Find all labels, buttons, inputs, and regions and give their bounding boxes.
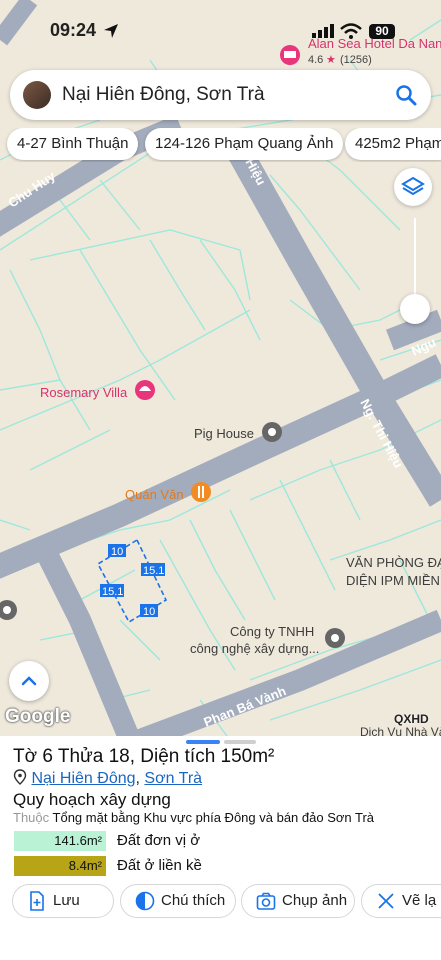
search-icon[interactable] [393,82,419,108]
parcel-dim-top: 10 [111,546,123,558]
address-separator: , [135,770,140,787]
draw-button[interactable]: Vẽ lạ [361,884,441,918]
parcel-dim-left: 15.1 [102,586,123,598]
suggestion-chips: 4-27 Bình Thuận 124-126 Phạm Quang Ảnh 4… [0,128,441,162]
action-bar: Lưu Chú thích Chụp ảnh Vẽ lạ [0,884,441,920]
parcel-dim-bottom: 10 [143,606,155,618]
status-bar: 09:24 90 [0,0,441,58]
chevron-up-icon [21,676,37,686]
draw-tools-icon [378,893,394,909]
sheet-handle-active[interactable] [186,740,220,744]
poi-label-rosemary: Rosemary Villa [40,385,128,400]
poi-label-company-1: Công ty TNHH [230,624,314,639]
ward-link[interactable]: Nại Hiên Đông [31,770,135,787]
planning-source: Thuộc Tổng mặt bằng Khu vực phía Đông và… [13,810,374,825]
legend-button[interactable]: Chú thích [120,884,236,918]
legend-label: Đất đơn vị ở [117,832,201,849]
poi-label-quan-van: Quán Văn [125,487,184,502]
status-time: 09:24 [50,20,97,40]
qxhd-badge: QXHD [394,712,429,726]
poi-label-company-2: công nghệ xây dựng... [190,641,319,656]
planning-heading: Quy hoạch xây dựng [13,790,171,809]
district-link[interactable]: Sơn Trà [144,770,202,787]
opacity-slider-knob[interactable] [400,294,430,324]
wifi-icon [340,23,362,39]
google-logo: Google [5,706,71,727]
legend-value: 141.6m² [14,831,106,851]
belong-prefix: Thuộc [13,810,50,825]
legend-label-btn: Chú thích [161,892,226,909]
contrast-icon [135,891,155,911]
search-query[interactable]: Nại Hiên Đông, Sơn Trà [62,84,265,106]
legend-value: 8.4m² [14,856,106,876]
belong-text: Tổng mặt bằng Khu vực phía Đông và bán đ… [52,810,375,825]
cellular-signal-icon [312,24,334,38]
poi-label-pig-house: Pig House [194,426,254,441]
draw-label: Vẽ lạ [402,892,437,909]
parcel-title: Tờ 6 Thửa 18, Diện tích 150m² [13,746,275,767]
location-pin-icon [13,769,27,785]
poi-label-office-1: VĂN PHÒNG ĐẠ [346,555,441,570]
screenshot-button[interactable]: Chụp ảnh [241,884,355,918]
save-button[interactable]: Lưu [12,884,114,918]
camera-icon [256,892,276,910]
location-arrow-icon [104,24,118,38]
parcel-dim-right: 15.1 [143,565,164,577]
layers-icon [401,176,425,196]
chip-suggestion[interactable]: 4-27 Bình Thuận [7,128,139,160]
poi-label-office-2: DIỆN IPM MIỀN [346,573,440,588]
add-document-icon [30,891,44,911]
chip-suggestion[interactable]: 124-126 Phạm Quang Ảnh [145,128,344,160]
layers-button[interactable] [394,168,432,206]
expand-button[interactable] [9,661,49,701]
chip-suggestion[interactable]: 425m2 Phạm [345,128,441,160]
avatar[interactable] [23,81,51,109]
battery-icon: 90 [369,24,395,39]
parcel-address: Nại Hiên Đông, Sơn Trà [13,769,202,788]
search-bar[interactable]: Nại Hiên Đông, Sơn Trà [10,70,431,120]
restaurant-icon [191,482,211,502]
sheet-handle[interactable] [224,740,256,744]
save-label: Lưu [53,892,80,909]
legend-label: Đất ở liền kề [117,857,202,874]
battery-level: 90 [375,24,389,38]
screenshot-label: Chụp ảnh [282,892,348,909]
